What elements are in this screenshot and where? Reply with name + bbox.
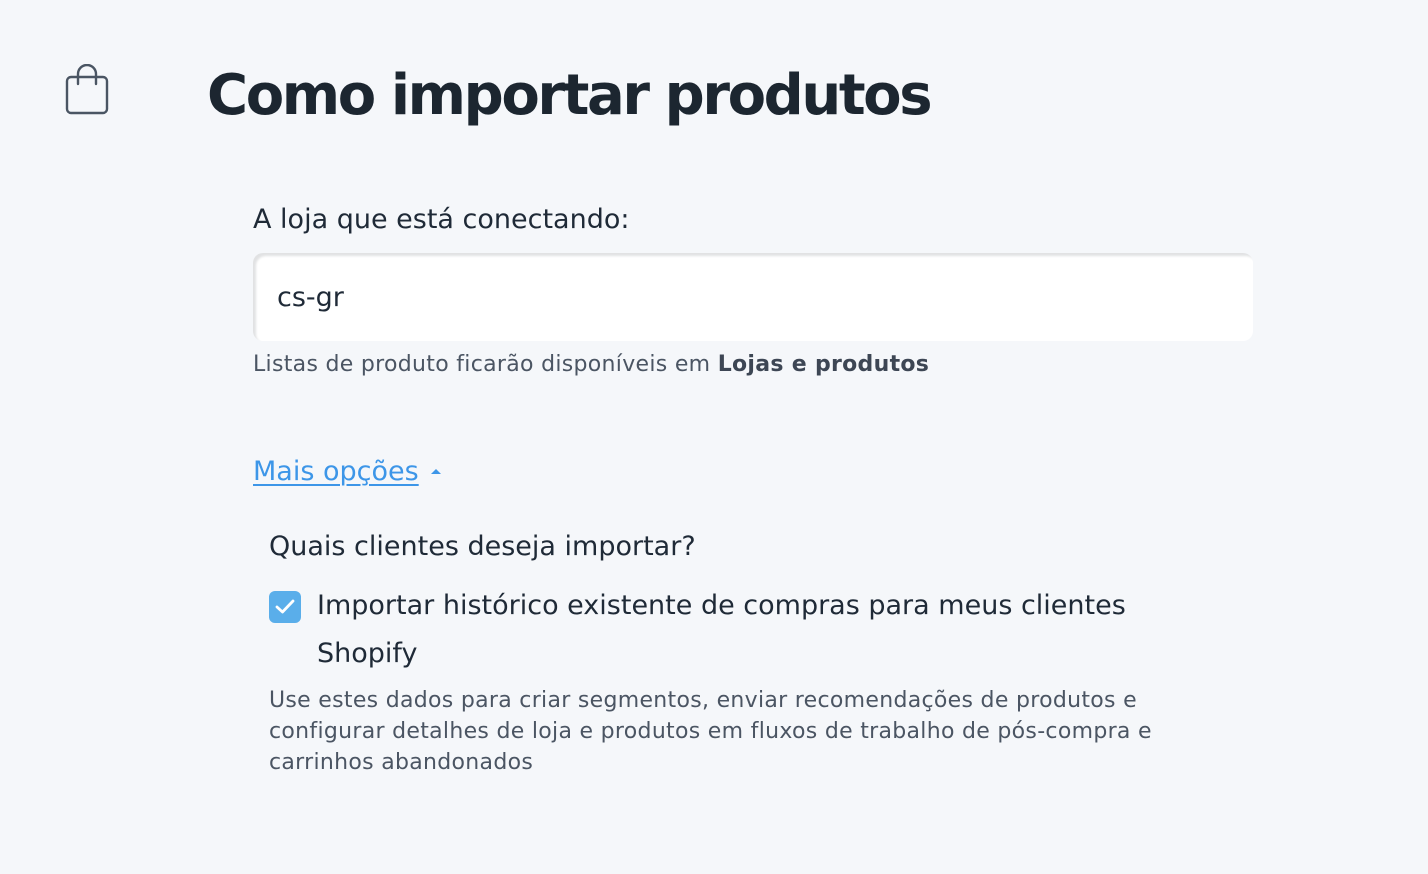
helper-text-prefix: Listas de produto ficarão disponíveis em: [253, 352, 718, 377]
import-history-description: Use estes dados para criar segmentos, en…: [269, 688, 1152, 775]
page-title: Como importar produtos: [207, 63, 933, 128]
more-options-toggle[interactable]: Mais opções: [253, 454, 441, 490]
store-input[interactable]: [253, 253, 1253, 341]
store-helper-text: Listas de produto ficarão disponíveis em…: [253, 350, 929, 380]
customers-question: Quais clientes deseja importar?: [269, 531, 696, 562]
caret-up-icon: [430, 468, 441, 474]
import-history-checkbox-label[interactable]: Importar histórico existente de compras …: [317, 582, 1177, 678]
store-field-label: A loja que está conectando:: [253, 204, 630, 235]
stores-and-products-reference: Lojas e produtos: [717, 352, 930, 377]
import-history-checkbox[interactable]: [269, 591, 301, 623]
checkmark-icon: [275, 599, 295, 614]
more-options-link[interactable]: Mais opções: [253, 454, 419, 490]
shopping-bag-icon: [64, 63, 110, 116]
